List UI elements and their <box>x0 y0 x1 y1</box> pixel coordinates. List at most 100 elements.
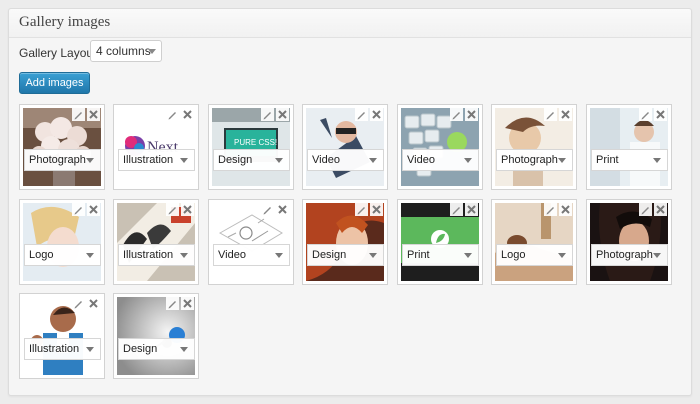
chevron-down-icon <box>148 49 156 54</box>
gallery-image-tile[interactable]: Photograph <box>586 199 672 285</box>
gallery-image-tile[interactable]: Logo <box>19 199 105 285</box>
chevron-down-icon <box>369 158 377 163</box>
edit-pencil-icon[interactable] <box>544 203 557 216</box>
chevron-down-icon <box>558 158 566 163</box>
edit-pencil-icon[interactable] <box>639 203 652 216</box>
edit-pencil-icon[interactable] <box>166 297 179 310</box>
edit-pencil-icon[interactable] <box>166 108 179 121</box>
image-category-value: Photograph <box>29 154 86 166</box>
image-category-value: Logo <box>501 249 526 261</box>
chevron-down-icon <box>275 158 283 163</box>
chevron-down-icon <box>558 253 566 258</box>
add-images-button[interactable]: Add images <box>19 72 90 94</box>
image-category-select[interactable]: Illustration <box>118 244 195 266</box>
gallery-image-tile[interactable]: Design <box>113 293 199 379</box>
delete-x-icon[interactable] <box>87 108 100 121</box>
gallery-image-tile[interactable]: Illustration <box>113 199 199 285</box>
thumbnail-screen-text: PURE CSS! <box>234 138 277 147</box>
image-category-value: Video <box>312 154 340 166</box>
chevron-down-icon <box>653 253 661 258</box>
delete-x-icon[interactable] <box>181 108 194 121</box>
image-category-select[interactable]: Video <box>402 149 479 171</box>
chevron-down-icon <box>464 158 472 163</box>
edit-pencil-icon[interactable] <box>355 203 368 216</box>
delete-x-icon[interactable] <box>276 203 289 216</box>
edit-pencil-icon[interactable] <box>639 108 652 121</box>
image-category-value: Photograph <box>501 154 558 166</box>
image-category-select[interactable]: Design <box>307 244 384 266</box>
gallery-image-tile[interactable]: Design <box>302 199 388 285</box>
gallery-image-tile[interactable]: Video <box>397 104 483 190</box>
image-category-select[interactable]: Photograph <box>591 244 668 266</box>
image-category-value: Photograph <box>596 249 653 261</box>
image-category-value: Print <box>596 154 619 166</box>
edit-pencil-icon[interactable] <box>355 108 368 121</box>
image-category-value: Video <box>407 154 435 166</box>
delete-x-icon[interactable] <box>87 297 100 310</box>
gallery-image-tile[interactable]: Print <box>586 104 672 190</box>
image-category-select[interactable]: Photograph <box>24 149 101 171</box>
image-category-value: Logo <box>29 249 54 261</box>
delete-x-icon[interactable] <box>181 297 194 310</box>
gallery-images-panel: Gallery images Gallery Layout: 4 columns… <box>8 8 692 396</box>
delete-x-icon[interactable] <box>87 203 100 216</box>
gallery-image-tile[interactable]: Video <box>302 104 388 190</box>
image-category-select[interactable]: Design <box>118 338 195 360</box>
image-category-select[interactable]: Print <box>591 149 668 171</box>
chevron-down-icon <box>369 253 377 258</box>
edit-pencil-icon[interactable] <box>450 203 463 216</box>
image-category-value: Design <box>123 343 158 355</box>
chevron-down-icon <box>180 253 188 258</box>
image-category-value: Illustration <box>29 343 80 355</box>
edit-pencil-icon[interactable] <box>261 108 274 121</box>
edit-pencil-icon[interactable] <box>261 203 274 216</box>
delete-x-icon[interactable] <box>465 108 478 121</box>
delete-x-icon[interactable] <box>276 108 289 121</box>
gallery-image-tile[interactable]: PURE CSS! Design <box>208 104 294 190</box>
gallery-image-tile[interactable]: Photograph <box>19 104 105 190</box>
edit-pencil-icon[interactable] <box>72 108 85 121</box>
panel-title: Gallery images <box>19 14 111 30</box>
edit-pencil-icon[interactable] <box>72 297 85 310</box>
image-category-value: Video <box>218 249 246 261</box>
chevron-down-icon <box>86 253 94 258</box>
image-category-select[interactable]: Video <box>213 244 290 266</box>
delete-x-icon[interactable] <box>181 203 194 216</box>
delete-x-icon[interactable] <box>465 203 478 216</box>
image-category-value: Print <box>407 249 430 261</box>
gallery-layout-value: 4 columns <box>96 44 151 58</box>
chevron-down-icon <box>464 253 472 258</box>
gallery-layout-select[interactable]: 4 columns <box>90 40 162 62</box>
gallery-image-tile[interactable]: Illustration <box>19 293 105 379</box>
image-category-select[interactable]: Video <box>307 149 384 171</box>
image-category-select[interactable]: Photograph <box>496 149 573 171</box>
delete-x-icon[interactable] <box>654 203 667 216</box>
image-category-select[interactable]: Illustration <box>24 338 101 360</box>
delete-x-icon[interactable] <box>559 203 572 216</box>
gallery-image-tile[interactable]: Next Illustration <box>113 104 199 190</box>
gallery-image-tile[interactable]: Photograph <box>491 104 577 190</box>
edit-pencil-icon[interactable] <box>72 203 85 216</box>
chevron-down-icon <box>275 253 283 258</box>
chevron-down-icon <box>180 158 188 163</box>
image-category-value: Illustration <box>123 154 174 166</box>
gallery-image-tile[interactable]: Logo <box>491 199 577 285</box>
image-category-select[interactable]: Design <box>213 149 290 171</box>
delete-x-icon[interactable] <box>370 108 383 121</box>
edit-pencil-icon[interactable] <box>166 203 179 216</box>
image-category-select[interactable]: Illustration <box>118 149 195 171</box>
delete-x-icon[interactable] <box>559 108 572 121</box>
image-category-select[interactable]: Print <box>402 244 479 266</box>
edit-pencil-icon[interactable] <box>450 108 463 121</box>
image-category-select[interactable]: Logo <box>496 244 573 266</box>
chevron-down-icon <box>180 347 188 352</box>
image-category-value: Design <box>312 249 347 261</box>
image-category-select[interactable]: Logo <box>24 244 101 266</box>
delete-x-icon[interactable] <box>370 203 383 216</box>
gallery-layout-label: Gallery Layout: <box>19 46 100 60</box>
image-category-value: Design <box>218 154 253 166</box>
edit-pencil-icon[interactable] <box>544 108 557 121</box>
gallery-image-tile[interactable]: Print <box>397 199 483 285</box>
gallery-image-tile[interactable]: Video <box>208 199 294 285</box>
delete-x-icon[interactable] <box>654 108 667 121</box>
